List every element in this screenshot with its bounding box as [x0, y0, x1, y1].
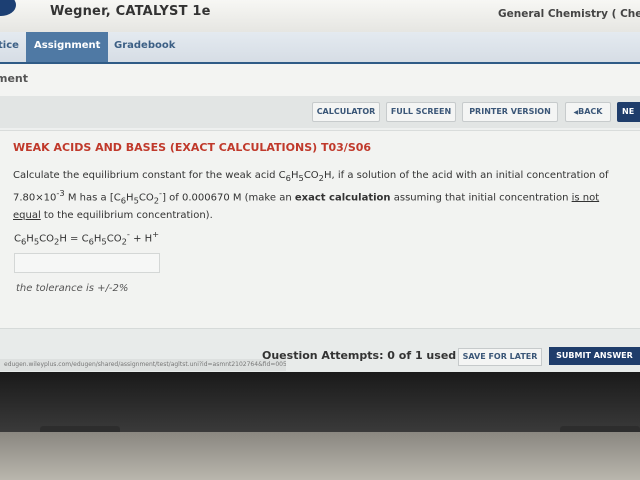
- app-header: Wegner, CATALYST 1e General Chemistry ( …: [0, 0, 640, 32]
- section-header: ment: [0, 64, 640, 96]
- tab-assignment[interactable]: Assignment: [26, 32, 109, 62]
- q-text-part: assuming that initial concentration: [390, 192, 572, 204]
- q-text-part: M has a [C: [64, 192, 121, 204]
- logo-icon[interactable]: [0, 0, 16, 16]
- assignment-toolbar: CALCULATOR FULL SCREEN PRINTER VERSION ◀…: [0, 96, 640, 128]
- tab-gradebook[interactable]: Gradebook: [114, 32, 175, 62]
- q-text-part: 7.80×10: [13, 192, 57, 204]
- reaction-equation: C6H5CO2H = C6H5CO2- + H+: [14, 229, 159, 246]
- next-button[interactable]: NE: [617, 102, 640, 122]
- submit-answer-button[interactable]: SUBMIT ANSWER: [549, 347, 640, 365]
- question-title: WEAK ACIDS AND BASES (EXACT CALCULATIONS…: [13, 141, 372, 154]
- q-underline: is not: [571, 192, 600, 204]
- eq-part: CO: [106, 233, 122, 245]
- q-sup: -3: [56, 188, 65, 198]
- tab-practice[interactable]: tice: [0, 32, 19, 62]
- eq-part: H: [26, 233, 34, 245]
- q-text-part: H: [126, 192, 134, 204]
- status-bar-url: edugen.wileyplus.com/edugen/shared/assig…: [0, 359, 286, 371]
- q-underline: equal: [13, 210, 41, 222]
- browser-screen: Wegner, CATALYST 1e General Chemistry ( …: [0, 0, 640, 372]
- question-text: Calculate the equilibrium constant for t…: [13, 168, 637, 223]
- q-text-part: H, if a solution of the acid with an ini…: [323, 170, 609, 181]
- q-text-part: Calculate the equilibrium constant for t…: [13, 170, 286, 181]
- q-text-part: CO: [303, 170, 319, 181]
- q-bold: exact calculation: [294, 192, 391, 204]
- q-text-part: H: [290, 170, 299, 181]
- full-screen-button[interactable]: FULL SCREEN: [386, 102, 456, 122]
- section-title: ment: [0, 72, 29, 85]
- question-panel: WEAK ACIDS AND BASES (EXACT CALCULATIONS…: [0, 130, 640, 329]
- tolerance-note: the tolerance is +/-2%: [16, 283, 129, 294]
- question-attempts: Question Attempts: 0 of 1 used: [262, 349, 457, 362]
- eq-part: C: [14, 233, 21, 245]
- eq-sup: +: [152, 229, 160, 239]
- back-button[interactable]: ◀BACK: [565, 102, 611, 122]
- q-text-part: CO: [138, 192, 154, 204]
- eq-part: + H: [129, 233, 153, 245]
- main-nav: tice Assignment Gradebook: [0, 32, 640, 64]
- calculator-button[interactable]: CALCULATOR: [312, 102, 380, 122]
- bezel-brand-mark: [0, 393, 640, 400]
- printer-version-button[interactable]: PRINTER VERSION: [462, 102, 558, 122]
- course-title[interactable]: General Chemistry ( Che: [498, 8, 640, 20]
- q-text-part: ] of 0.000670 M (make an: [162, 192, 295, 204]
- answer-input[interactable]: [14, 253, 160, 273]
- back-label: BACK: [578, 107, 603, 116]
- eq-part: CO: [39, 233, 54, 245]
- laptop-base: [0, 432, 640, 480]
- laptop-bezel: [0, 372, 640, 432]
- book-title: Wegner, CATALYST 1e: [50, 4, 211, 19]
- q-text-part: to the equilibrium concentration).: [40, 210, 213, 222]
- eq-part: H = C: [59, 233, 89, 245]
- save-for-later-button[interactable]: SAVE FOR LATER: [458, 348, 542, 366]
